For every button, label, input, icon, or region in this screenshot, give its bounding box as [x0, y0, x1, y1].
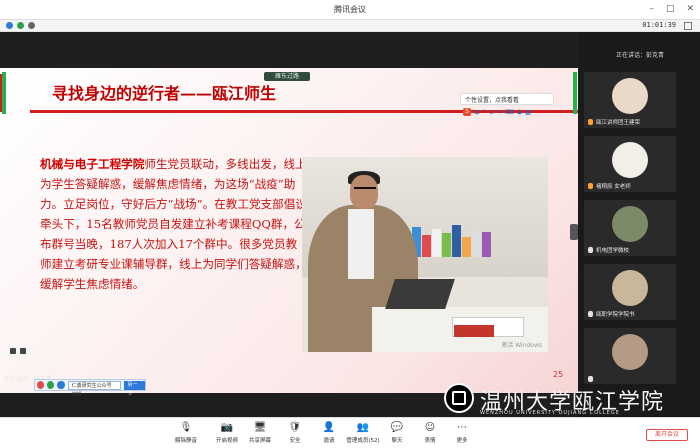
- info-icon[interactable]: [6, 22, 13, 29]
- share-frame-right: [573, 72, 577, 114]
- person-figure: [350, 175, 378, 209]
- mic-icon: [588, 119, 593, 125]
- slide-body: 机械与电子工程学院师生党员联动，多线出发，线上为学生答疑解惑，缓解焦虑情绪，为这…: [40, 154, 308, 294]
- panel-speaking-title: 正在讲话：彭克青: [615, 52, 664, 59]
- ime-toolbox-icon[interactable]: ▦: [525, 109, 531, 116]
- shield-icon[interactable]: [17, 22, 24, 29]
- participant-tile[interactable]: [584, 328, 676, 384]
- mic-icon: [588, 376, 593, 382]
- app-icon-blue[interactable]: [57, 381, 65, 389]
- participant-name: 瓯江讲师团王建荣: [596, 120, 641, 126]
- app-icon-red[interactable]: [37, 381, 45, 389]
- microphone-icon: 🎙: [179, 422, 193, 433]
- signal-icon[interactable]: [28, 22, 35, 29]
- windows-watermark: 激活 Windows: [501, 342, 542, 349]
- avatar: [612, 270, 648, 306]
- participant-tile[interactable]: 瓯江讲师团王建荣: [584, 72, 676, 128]
- minimize-icon[interactable]: –: [649, 4, 654, 14]
- participant-tile[interactable]: 机电团学微校: [584, 200, 676, 256]
- taskbar-tab[interactable]: 仁勇研究生公众号编辑: [67, 380, 121, 398]
- ime-tooltip: 个性设置，点我看看: [460, 93, 554, 105]
- ime-mode-icon[interactable]: 中: [474, 108, 480, 117]
- school-subtitle-watermark: WENZHOU UNIVERSITY OUJIANG COLLEGE: [480, 410, 620, 416]
- participant-name: 瓯职学院学院书: [596, 312, 635, 318]
- close-icon[interactable]: ✕: [686, 4, 694, 14]
- ime-keyboard-icon[interactable]: ⌨: [505, 109, 514, 116]
- window-title: 腾讯会议: [334, 5, 366, 14]
- mic-icon: [588, 183, 593, 189]
- ime-emoji-icon[interactable]: ⊙: [489, 109, 494, 116]
- share-frame-left: [2, 72, 6, 114]
- app-icon-green[interactable]: [47, 381, 55, 389]
- panel-collapse-handle[interactable]: [570, 224, 578, 240]
- participant-name: 机电团学微校: [596, 248, 630, 254]
- taskbar-button[interactable]: 另一下: [123, 380, 145, 397]
- ime-skin-icon[interactable]: ♟: [517, 109, 522, 116]
- avatar: [612, 206, 648, 242]
- mic-icon: [588, 247, 593, 253]
- slide-title: 寻找身边的逆行者——瓯江师生: [52, 84, 277, 103]
- meeting-toolbar: 🎙 解除静音 📷 开启视频 🖥 共享屏幕 🛡 安全 👤 邀请 👥 管理成员(52) 💬 聊天 …: [0, 417, 700, 448]
- school-logo-icon: [444, 383, 474, 413]
- ime-punct-icon[interactable]: °: [483, 109, 486, 116]
- unmute-button[interactable]: 🎙 解除静音: [166, 422, 206, 444]
- slide-photo: 激活 Windows: [302, 157, 548, 352]
- participant-panel: 正在讲话：彭克青 瓯江讲师团王建荣 褚翔辰 女老师 机电团学微校 瓯职学院学院书: [570, 32, 700, 417]
- slide-body-highlight: 机械与电子工程学院: [40, 157, 145, 171]
- title-bar: 腾讯会议 – □ ✕: [0, 0, 700, 20]
- smile-icon: ☺: [424, 422, 436, 433]
- window-controls: – □ ✕: [649, 4, 694, 14]
- meeting-timer: 01:01:39: [642, 21, 676, 29]
- slide-page-number: 25: [553, 370, 564, 379]
- members-icon: 👥: [356, 422, 370, 433]
- taskbar-strip: 仁勇研究生公众号编辑 另一下: [34, 379, 146, 398]
- shield-icon: 🛡: [288, 422, 302, 433]
- avatar: [612, 78, 648, 114]
- avatar: [612, 334, 648, 370]
- camera-icon: 📷: [220, 422, 234, 433]
- avatar: [612, 142, 648, 178]
- more-button[interactable]: ⋯ 更多: [442, 422, 482, 444]
- more-icon: ⋯: [457, 422, 467, 433]
- maximize-icon[interactable]: □: [666, 4, 675, 14]
- presenter-tag[interactable]: 雁东过路: [264, 72, 310, 81]
- meeting-info-bar: 01:01:39: [0, 20, 700, 32]
- leave-meeting-button[interactable]: 离开会议: [646, 429, 688, 441]
- camera-icon[interactable]: [10, 348, 16, 354]
- slide-body-text: 师生党员联动，多线出发，线上为学生答疑解惑，缓解焦虑情绪，为这场“战疫”助力。立…: [40, 157, 307, 291]
- floating-controls[interactable]: [6, 346, 30, 356]
- participant-name: 褚翔辰 女老师: [596, 184, 631, 190]
- chat-icon: 💬: [390, 422, 404, 433]
- mic-icon: [588, 311, 593, 317]
- monitor-icon: 🖥: [253, 422, 267, 433]
- laptop: [385, 279, 455, 309]
- layout-icon[interactable]: [684, 22, 692, 30]
- share-screen-button[interactable]: 🖥 共享屏幕: [240, 422, 280, 444]
- ime-handwrite-icon[interactable]: ✎: [497, 109, 502, 116]
- ime-toolbar[interactable]: S 中 ° ⊙ ✎ ⌨ ♟ ▦: [463, 107, 555, 117]
- participant-tile[interactable]: 瓯职学院学院书: [584, 264, 676, 320]
- menu-icon[interactable]: [20, 348, 26, 354]
- user-add-icon: 👤: [322, 422, 336, 433]
- sogou-logo-icon[interactable]: S: [463, 108, 471, 116]
- participant-tile[interactable]: 褚翔辰 女老师: [584, 136, 676, 192]
